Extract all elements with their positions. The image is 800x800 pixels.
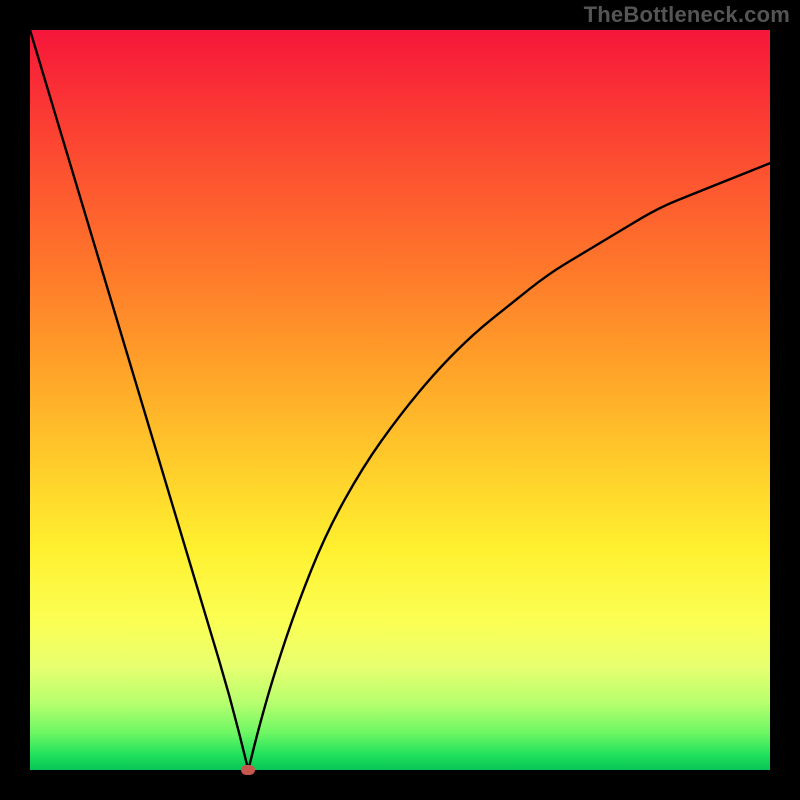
optimum-marker [241,765,255,775]
bottleneck-curve [30,30,770,770]
chart-frame: TheBottleneck.com [0,0,800,800]
plot-area [30,30,770,770]
watermark-text: TheBottleneck.com [584,2,790,28]
curve-path [30,30,770,770]
